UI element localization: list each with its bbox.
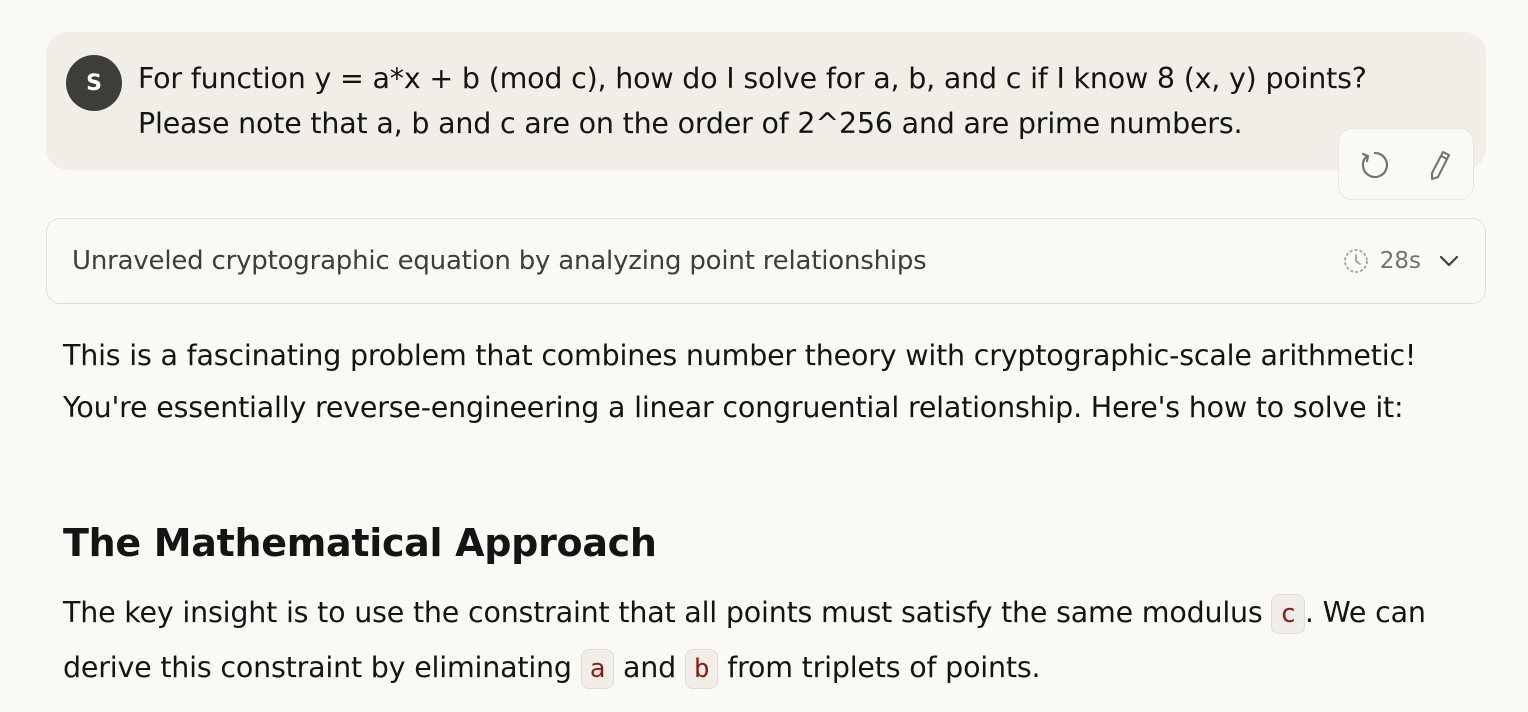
paragraph-text-3: and: [623, 651, 677, 684]
inline-code-b: b: [684, 649, 719, 689]
paragraph-text-1: The key insight is to use the constraint…: [63, 596, 1263, 629]
clock-icon: [1343, 249, 1368, 273]
user-message-line-2: Please note that a, b and c are on the o…: [138, 107, 1243, 140]
user-message: S For function y = a*x + b (mod c), how …: [46, 32, 1486, 170]
user-message-text: For function y = a*x + b (mod c), how do…: [138, 56, 1458, 146]
response-paragraph: The key insight is to use the constraint…: [63, 586, 1463, 696]
retry-icon: [1361, 151, 1389, 179]
paragraph-text-4: from triplets of points.: [727, 651, 1041, 684]
thinking-summary-text: Unraveled cryptographic equation by anal…: [72, 246, 927, 276]
assistant-response: This is a fascinating problem that combi…: [63, 330, 1463, 689]
thinking-duration-label: 28s: [1379, 248, 1421, 274]
message-actions: [1338, 128, 1474, 200]
edit-button[interactable]: [1419, 145, 1459, 185]
edit-pencil-icon: [1431, 151, 1450, 180]
response-intro: This is a fascinating problem that combi…: [63, 339, 1417, 424]
response-heading: The Mathematical Approach: [63, 521, 657, 565]
user-avatar: S: [66, 55, 122, 111]
chevron-down-icon: [1439, 255, 1459, 267]
retry-button[interactable]: [1355, 145, 1395, 185]
inline-code-a: a: [580, 649, 615, 689]
thinking-summary-toggle[interactable]: Unraveled cryptographic equation by anal…: [46, 218, 1486, 304]
thinking-duration: 28s: [1342, 241, 1463, 281]
inline-code-c: c: [1271, 594, 1305, 634]
user-message-line-1: For function y = a*x + b (mod c), how do…: [138, 62, 1367, 95]
